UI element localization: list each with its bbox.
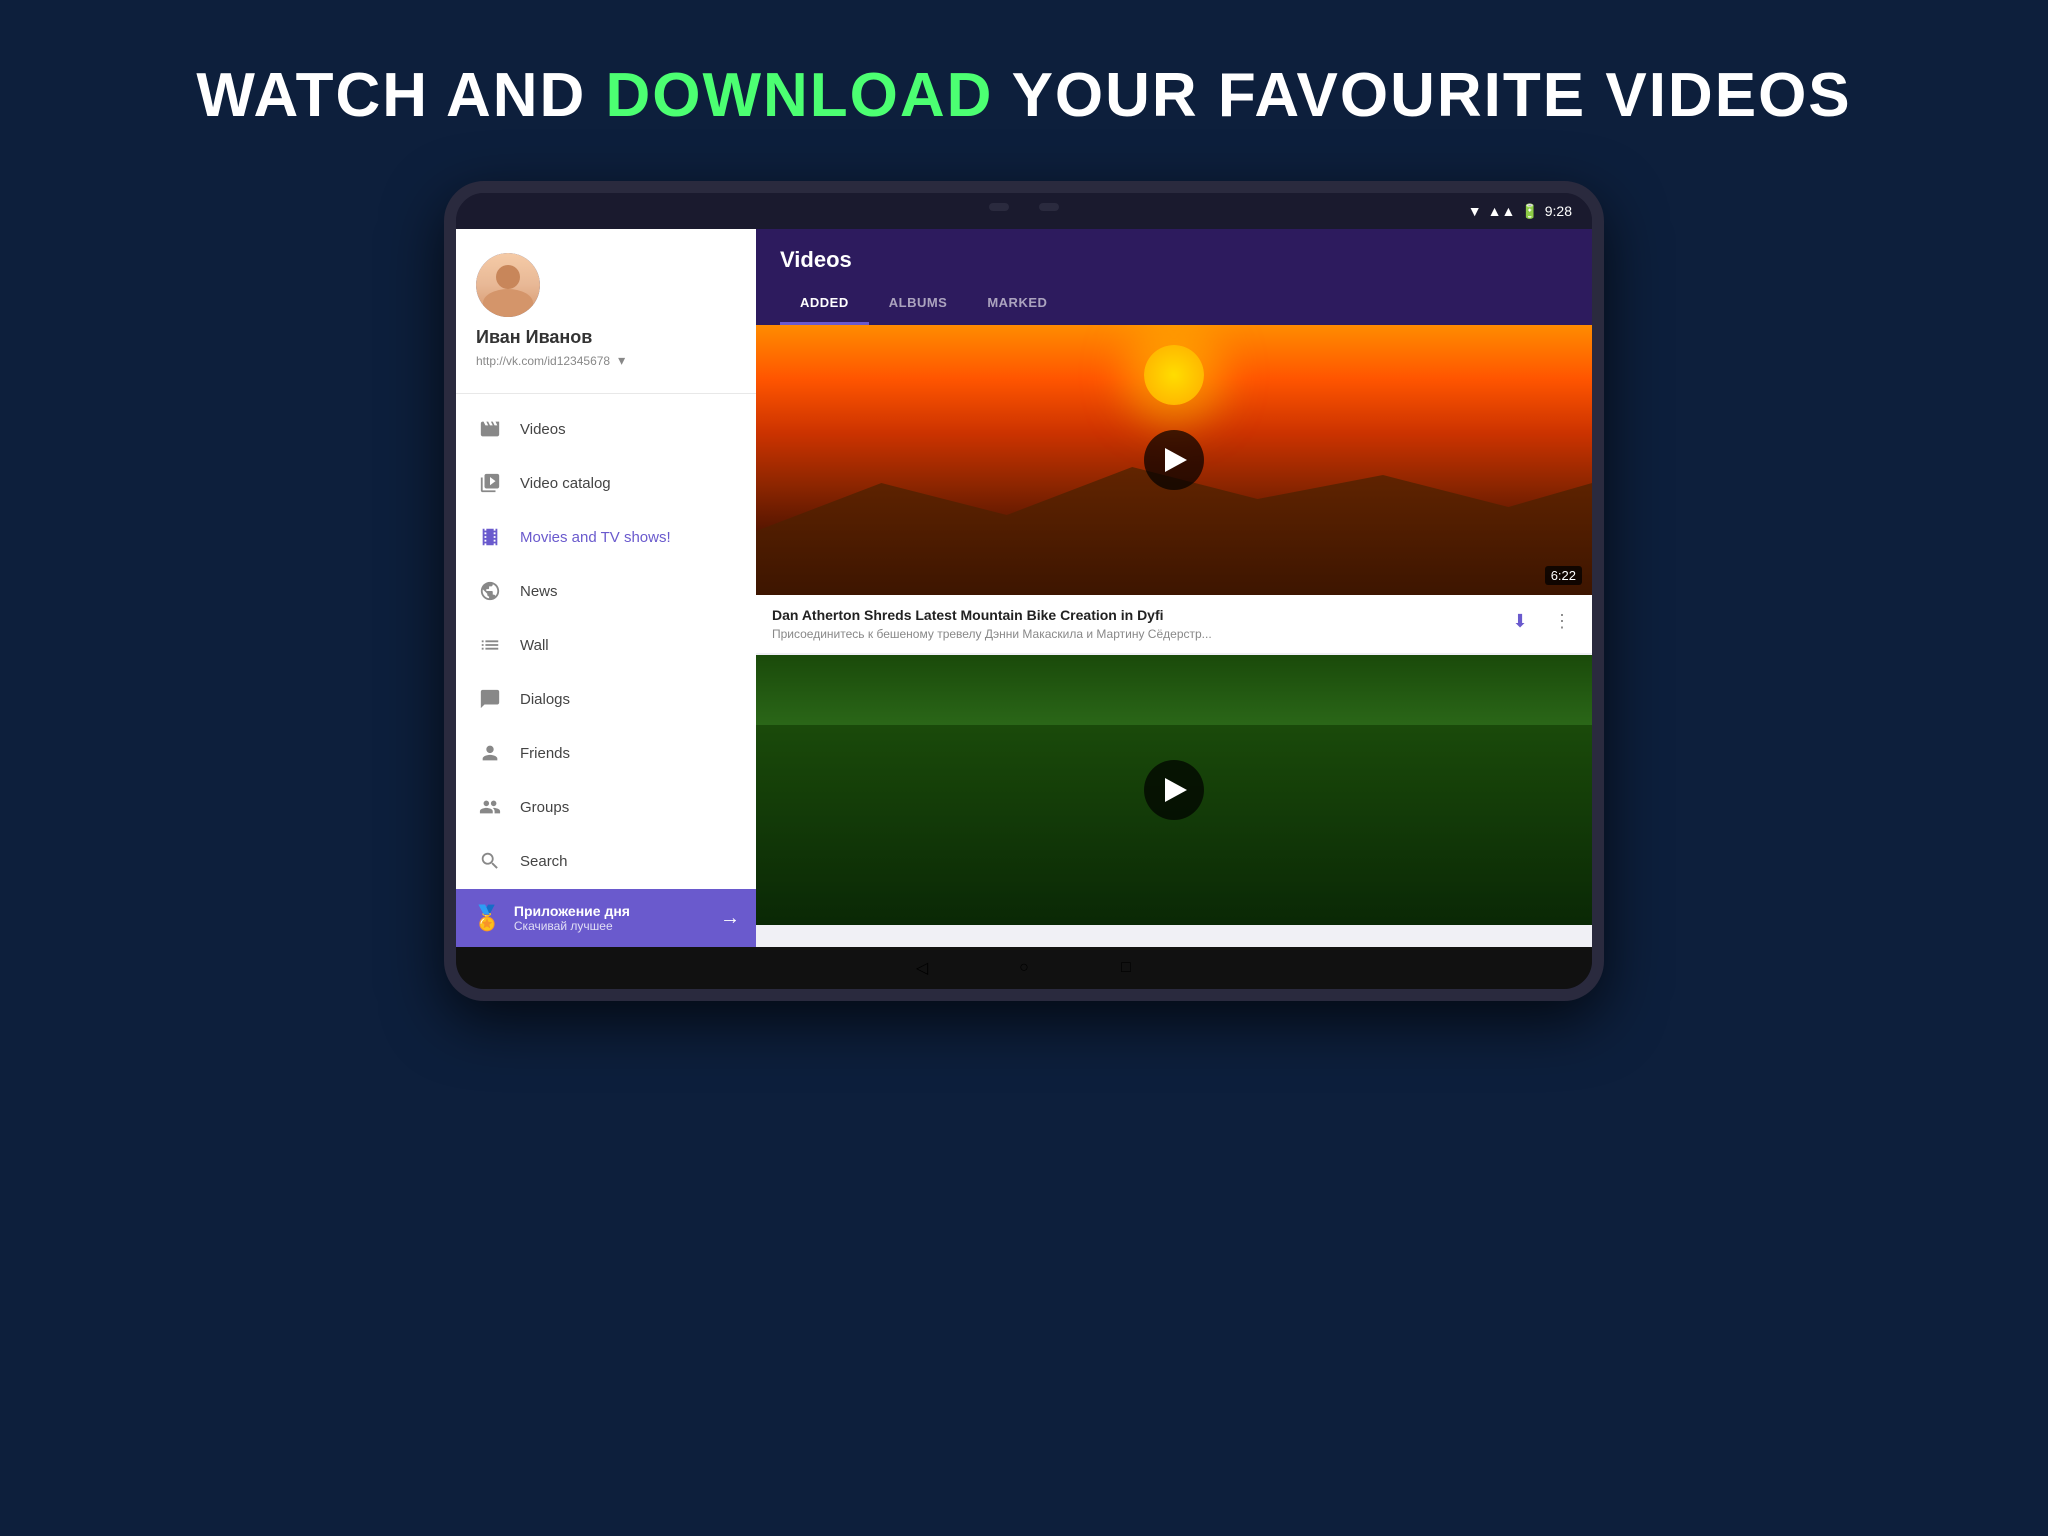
power-button-right xyxy=(1594,443,1600,493)
sidebar-label-friends: Friends xyxy=(520,745,570,762)
video-actions-1: ⬇ ⋮ xyxy=(1506,607,1576,635)
android-nav-bar: ◁ ○ □ xyxy=(456,947,1592,989)
banner-subtitle: Скачивай лучшее xyxy=(514,919,708,933)
movies-icon xyxy=(476,523,504,551)
user-profile: Иван Иванов http://vk.com/id12345678 ▾ xyxy=(456,229,756,385)
avatar xyxy=(476,253,540,317)
sidebar-label-wall: Wall xyxy=(520,637,549,654)
back-icon: ◁ xyxy=(916,958,928,978)
app-area: Иван Иванов http://vk.com/id12345678 ▾ V… xyxy=(456,229,1592,947)
camera-side xyxy=(448,573,456,581)
sidebar-label-news: News xyxy=(520,583,558,600)
sidebar-label-search: Search xyxy=(520,853,568,870)
headline-prefix: WATCH AND xyxy=(196,61,605,130)
sidebar-item-groups[interactable]: Groups xyxy=(456,780,756,834)
video-title-1: Dan Atherton Shreds Latest Mountain Bike… xyxy=(772,607,1496,623)
video-desc-1: Присоединитесь к бешеному тревелу Дэнни … xyxy=(772,627,1496,641)
video-thumbnail-2[interactable] xyxy=(756,655,1592,925)
tab-albums[interactable]: ALBUMS xyxy=(869,287,968,325)
search-icon xyxy=(476,847,504,875)
more-options-button-1[interactable]: ⋮ xyxy=(1548,607,1576,635)
home-nav-button[interactable]: ○ xyxy=(1013,957,1035,979)
content-header: Videos ADDED ALBUMS MARKED xyxy=(756,229,1592,325)
main-content: Videos ADDED ALBUMS MARKED 6:22 xyxy=(756,229,1592,947)
sidebar-item-wall[interactable]: Wall xyxy=(456,618,756,672)
sidebar-item-video-catalog[interactable]: Video catalog xyxy=(456,456,756,510)
play-button-1[interactable] xyxy=(1144,430,1204,490)
sidebar-item-news[interactable]: News xyxy=(456,564,756,618)
duration-badge-1: 6:22 xyxy=(1545,566,1582,585)
video-text-1: Dan Atherton Shreds Latest Mountain Bike… xyxy=(772,607,1496,641)
banner-text: Приложение дня Скачивай лучшее xyxy=(514,903,708,933)
sidebar-label-videos: Videos xyxy=(520,421,566,438)
headline-suffix: YOUR FAVOURITE VIDEOS xyxy=(993,61,1851,130)
sidebar-label-dialogs: Dialogs xyxy=(520,691,570,708)
sidebar-item-videos[interactable]: Videos xyxy=(456,402,756,456)
video-card-1: 6:22 Dan Atherton Shreds Latest Mountain… xyxy=(756,325,1592,653)
recent-nav-button[interactable]: □ xyxy=(1115,957,1137,979)
video-catalog-icon xyxy=(476,469,504,497)
sidebar-label-video-catalog: Video catalog xyxy=(520,475,611,492)
menu-items: Videos Video catalog Movies and TV shows… xyxy=(456,402,756,889)
thumbnail-trees xyxy=(756,725,1592,925)
wall-icon xyxy=(476,631,504,659)
dropdown-arrow-icon[interactable]: ▾ xyxy=(618,352,625,369)
video-info-1: Dan Atherton Shreds Latest Mountain Bike… xyxy=(756,595,1592,653)
sidebar: Иван Иванов http://vk.com/id12345678 ▾ V… xyxy=(456,229,756,947)
back-nav-button[interactable]: ◁ xyxy=(911,957,933,979)
sidebar-label-groups: Groups xyxy=(520,799,569,816)
download-button-1[interactable]: ⬇ xyxy=(1506,607,1534,635)
status-icons: ▼ ▲▲ 🔋 9:28 xyxy=(1468,203,1572,220)
battery-icon: 🔋 xyxy=(1521,203,1538,220)
status-bar: ▼ ▲▲ 🔋 9:28 xyxy=(456,193,1592,229)
sidebar-item-search[interactable]: Search xyxy=(456,834,756,888)
news-icon xyxy=(476,577,504,605)
sidebar-item-movies[interactable]: Movies and TV shows! xyxy=(456,510,756,564)
tab-marked[interactable]: MARKED xyxy=(967,287,1067,325)
tab-added[interactable]: ADDED xyxy=(780,287,869,325)
dialogs-icon xyxy=(476,685,504,713)
camera-dot-1 xyxy=(989,203,1009,211)
volume-button-left xyxy=(448,393,454,443)
user-url: http://vk.com/id12345678 xyxy=(476,354,610,368)
wifi-icon: ▼ xyxy=(1468,203,1482,219)
main-headline: WATCH AND DOWNLOAD YOUR FAVOURITE VIDEOS xyxy=(196,60,1851,131)
app-of-day-banner[interactable]: 🏅 Приложение дня Скачивай лучшее → xyxy=(456,889,756,947)
sidebar-label-movies: Movies and TV shows! xyxy=(520,529,671,546)
friends-icon xyxy=(476,739,504,767)
recent-icon: □ xyxy=(1121,959,1131,977)
camera-dot-2 xyxy=(1039,203,1059,211)
videos-icon xyxy=(476,415,504,443)
headline-highlight: DOWNLOAD xyxy=(606,61,994,130)
video-card-2 xyxy=(756,655,1592,925)
profile-divider xyxy=(456,393,756,394)
banner-arrow-icon: → xyxy=(720,907,740,930)
banner-icon: 🏅 xyxy=(472,904,502,933)
user-url-row: http://vk.com/id12345678 ▾ xyxy=(476,352,736,369)
sidebar-item-dialogs[interactable]: Dialogs xyxy=(456,672,756,726)
time-display: 9:28 xyxy=(1545,203,1572,219)
camera-area xyxy=(989,203,1059,211)
home-icon: ○ xyxy=(1019,959,1029,977)
content-title: Videos xyxy=(780,247,1568,273)
videos-list: 6:22 Dan Atherton Shreds Latest Mountain… xyxy=(756,325,1592,947)
sidebar-item-friends[interactable]: Friends xyxy=(456,726,756,780)
avatar-image xyxy=(476,253,540,317)
video-thumbnail-1[interactable]: 6:22 xyxy=(756,325,1592,595)
play-button-2[interactable] xyxy=(1144,760,1204,820)
tablet-frame: ▼ ▲▲ 🔋 9:28 Иван Иванов http://vk.com/id… xyxy=(444,181,1604,1001)
banner-title: Приложение дня xyxy=(514,903,708,919)
signal-icon: ▲▲ xyxy=(1488,203,1516,219)
groups-icon xyxy=(476,793,504,821)
user-name: Иван Иванов xyxy=(476,327,736,348)
tabs-row: ADDED ALBUMS MARKED xyxy=(780,287,1568,325)
